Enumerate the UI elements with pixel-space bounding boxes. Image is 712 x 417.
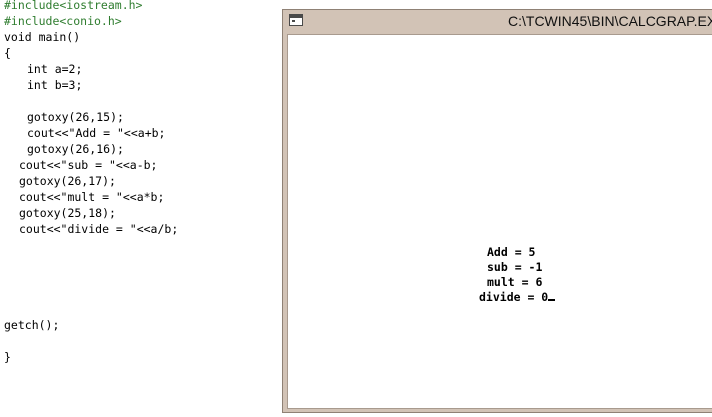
- console-window[interactable]: C:\TCWIN45\BIN\CALCGRAP.EXE Add = 5 sub …: [282, 9, 712, 413]
- code-line-getch: getch();: [4, 318, 60, 332]
- code-line-gotoxy-3: gotoxy(26,17);: [19, 174, 116, 188]
- output-line-sub: sub = -1: [487, 260, 543, 274]
- code-line-main: void main(): [4, 30, 81, 44]
- code-line-gotoxy-1: gotoxy(26,15);: [27, 110, 124, 124]
- output-line-add: Add = 5: [487, 245, 536, 259]
- code-editor[interactable]: #include<iostream.h> #include<conio.h> v…: [0, 0, 282, 417]
- code-line-close-brace: }: [4, 350, 11, 364]
- code-line-cout-add: cout<<"Add = "<<a+b;: [27, 126, 166, 140]
- output-line-mult: mult = 6: [487, 275, 543, 289]
- code-line-cout-divide: cout<<"divide = "<<a/b;: [19, 222, 179, 236]
- code-line-cout-mult: cout<<"mult = "<<a*b;: [19, 190, 165, 204]
- code-line-int-b: int b=3;: [27, 78, 83, 92]
- console-title: C:\TCWIN45\BIN\CALCGRAP.EXE: [508, 13, 712, 29]
- system-menu-icon[interactable]: [289, 14, 303, 26]
- code-line-gotoxy-2: gotoxy(26,16);: [27, 142, 124, 156]
- console-titlebar[interactable]: C:\TCWIN45\BIN\CALCGRAP.EXE: [283, 10, 712, 34]
- output-line-divide: divide = 0: [479, 290, 556, 305]
- code-line-cout-sub: cout<<"sub = "<<a-b;: [19, 158, 158, 172]
- code-line-include-conio: #include<conio.h>: [4, 14, 122, 28]
- code-line-open-brace: {: [4, 46, 11, 60]
- output-line-divide-text: divide = 0: [479, 290, 549, 304]
- code-line-include-iostream: #include<iostream.h>: [4, 0, 143, 12]
- text-cursor: [548, 299, 556, 301]
- code-line-gotoxy-4: gotoxy(25,18);: [19, 206, 116, 220]
- code-line-int-a: int a=2;: [27, 62, 83, 76]
- console-output-area: Add = 5 sub = -1 mult = 6 divide = 0: [287, 34, 712, 409]
